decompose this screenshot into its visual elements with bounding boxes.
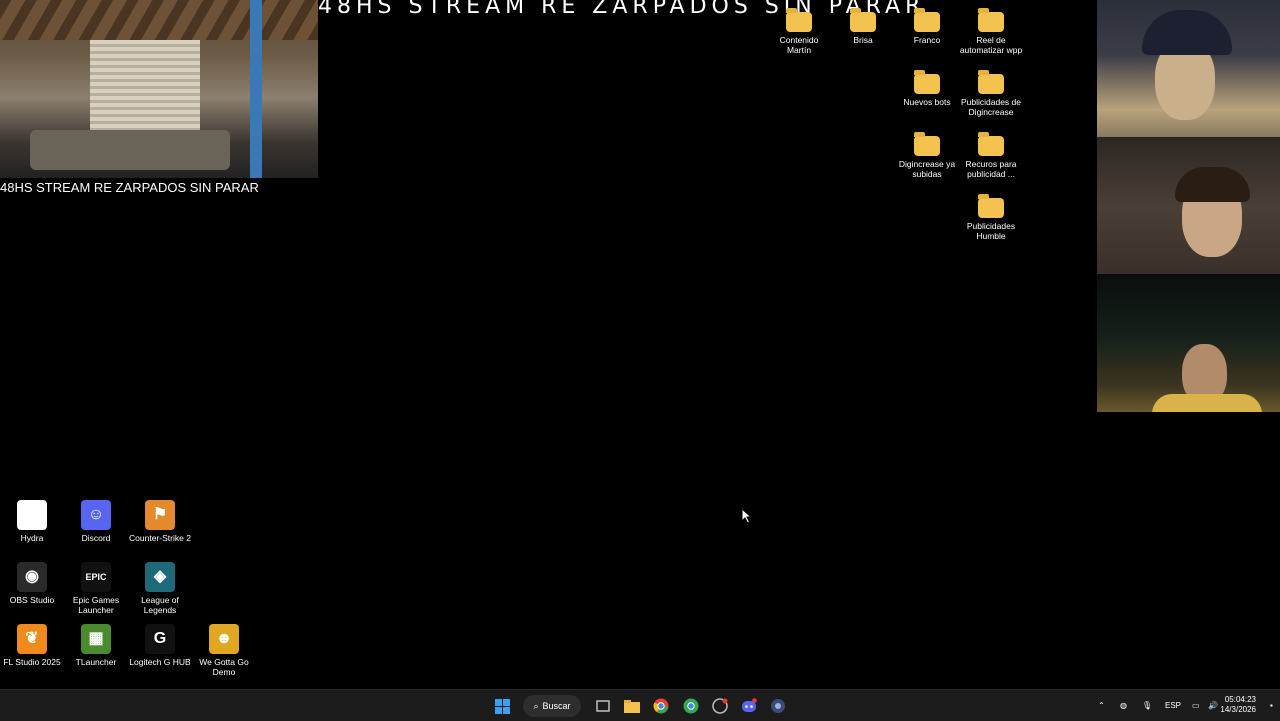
discord-icon: ☺: [81, 500, 111, 530]
desktop-icon-label: Hydra: [20, 533, 44, 543]
chrome-profile-icon[interactable]: [679, 694, 703, 718]
desktop-folder-reel[interactable]: Reel de automatizar wpp: [959, 8, 1023, 55]
desktop-folder-contenido-martin[interactable]: Contenido Martín: [767, 8, 831, 55]
desktop-icon-label: Franco: [913, 35, 941, 45]
webcam-cap: [1142, 10, 1232, 55]
microphone-icon[interactable]: 🎙: [1142, 690, 1152, 721]
taskbar-search-button[interactable]: ⌕ Buscar: [523, 695, 581, 717]
folder-icon: [978, 132, 1004, 156]
desktop-shortcut-obs[interactable]: ◉ OBS Studio: [0, 562, 64, 605]
desktop-icon-label: FL Studio 2025: [3, 657, 61, 667]
we-gotta-go-icon: ☻: [209, 624, 239, 654]
webcam-feed-1: [1097, 0, 1280, 137]
discord-taskbar-icon[interactable]: [737, 694, 761, 718]
chrome-icon[interactable]: [649, 694, 673, 718]
webcam-feed-3: [1097, 274, 1280, 412]
steam-like-app-icon[interactable]: [708, 694, 732, 718]
desktop-folder-digincrease-subidas[interactable]: Digincrease ya subidas: [895, 130, 959, 179]
fl-studio-icon: ❦: [17, 624, 47, 654]
volume-icon[interactable]: 🔊: [1208, 690, 1218, 721]
room-beam: [250, 0, 262, 178]
desktop-icon-label: Reel de automatizar wpp: [959, 35, 1023, 55]
search-label: Buscar: [542, 701, 571, 711]
counter-strike-icon: ⚑: [145, 500, 175, 530]
tray-app-icon[interactable]: ◍: [1120, 690, 1127, 721]
webcam-hair: [1175, 167, 1250, 202]
mouse-cursor-icon: [741, 508, 753, 524]
desktop-icon-label: Nuevos bots: [903, 97, 951, 107]
notification-icon[interactable]: ▪: [1270, 690, 1273, 721]
desktop-icon-label: Digincrease ya subidas: [898, 159, 956, 179]
desktop-icon-label: Publicidades de Digincrease: [960, 97, 1021, 117]
desktop-icon-label: Counter-Strike 2: [129, 533, 191, 543]
desktop-icon-label: Recuros para publicidad ...: [965, 159, 1017, 179]
desktop-icon-label: Discord: [81, 533, 111, 543]
desktop-icon-label: We Gotta Go Demo: [199, 657, 249, 677]
desktop-folder-brisa[interactable]: Brisa: [831, 8, 895, 45]
clock-date: 14/3/2026: [1220, 705, 1256, 714]
desktop-shortcut-counter-strike[interactable]: ⚑ Counter-Strike 2: [128, 500, 192, 543]
folder-icon: [786, 8, 812, 32]
room-camera-overlay: [0, 0, 318, 178]
folder-icon: [850, 8, 876, 32]
folder-icon: [978, 194, 1004, 218]
desktop-shortcut-discord[interactable]: ☺ Discord: [64, 500, 128, 543]
tlauncher-icon: ▦: [81, 624, 111, 654]
room-window-blinds: [90, 40, 200, 130]
desktop-folder-publicidades-humble[interactable]: Publicidades Humble: [959, 192, 1023, 241]
obs-taskbar-icon[interactable]: [766, 694, 790, 718]
folder-icon: [978, 70, 1004, 94]
desktop-icon-label: Logitech G HUB: [129, 657, 191, 667]
taskbar-clock[interactable]: 05:04:23 14/3/2026: [1220, 695, 1256, 715]
desktop-shortcut-tlauncher[interactable]: ▦ TLauncher: [64, 624, 128, 667]
desktop-icon-label: TLauncher: [75, 657, 117, 667]
logitech-icon: G: [145, 624, 175, 654]
folder-icon: [914, 8, 940, 32]
room-rafters: [0, 0, 318, 40]
desktop-shortcut-fl-studio[interactable]: ❦ FL Studio 2025: [0, 624, 64, 667]
windows-logo-icon: [494, 698, 510, 714]
language-indicator[interactable]: ESP: [1165, 690, 1181, 721]
desktop-folder-publicidades-digincrease[interactable]: Publicidades de Digincrease: [959, 68, 1023, 117]
desktop-icon-label: League of Legends: [141, 595, 179, 615]
hydra-icon: ✱: [17, 500, 47, 530]
stream-caption: 48HS STREAM RE ZARPADOS SIN PARAR: [0, 180, 259, 195]
folder-icon: [914, 132, 940, 156]
desktop-shortcut-we-gotta-go[interactable]: ☻ We Gotta Go Demo: [192, 624, 256, 677]
folder-icon: [914, 70, 940, 94]
league-icon: ◈: [145, 562, 175, 592]
task-view-icon[interactable]: [591, 694, 615, 718]
desktop-icon-label: OBS Studio: [9, 595, 55, 605]
desktop-folder-recursos-publicidad[interactable]: Recuros para publicidad ...: [959, 130, 1023, 179]
folder-icon: [978, 8, 1004, 32]
network-icon[interactable]: ▭: [1192, 690, 1200, 721]
search-icon: ⌕: [533, 700, 539, 711]
tray-overflow-chevron-icon[interactable]: ⌃: [1098, 690, 1105, 721]
obs-icon: ◉: [17, 562, 47, 592]
desktop-folder-franco[interactable]: Franco: [895, 8, 959, 45]
desktop-shortcut-league[interactable]: ◈ League of Legends: [128, 562, 192, 615]
desktop-shortcut-logitech[interactable]: G Logitech G HUB: [128, 624, 192, 667]
epic-games-icon: EPIC: [81, 562, 111, 592]
webcam-feed-2: [1097, 137, 1280, 274]
desktop-folder-nuevos-bots[interactable]: Nuevos bots: [895, 68, 959, 107]
file-explorer-icon[interactable]: [620, 694, 644, 718]
webcam-shirt: [1152, 394, 1262, 412]
start-button[interactable]: [490, 694, 514, 718]
taskbar: ⌕ Buscar ⌃ ◍ 🎙 ESP ▭ 🔊 05:04:23 14/3/202…: [0, 689, 1280, 721]
clock-time: 05:04:23: [1224, 695, 1256, 704]
desktop-icon-label: Contenido Martín: [779, 35, 819, 55]
desktop-icon-label: Epic Games Launcher: [72, 595, 120, 615]
desktop-icon-label: Publicidades Humble: [966, 221, 1016, 241]
desktop-icon-label: Brisa: [853, 35, 873, 45]
room-sofa: [30, 130, 230, 170]
desktop-shortcut-hydra[interactable]: ✱ Hydra: [0, 500, 64, 543]
desktop-shortcut-epic-games[interactable]: EPIC Epic Games Launcher: [64, 562, 128, 615]
